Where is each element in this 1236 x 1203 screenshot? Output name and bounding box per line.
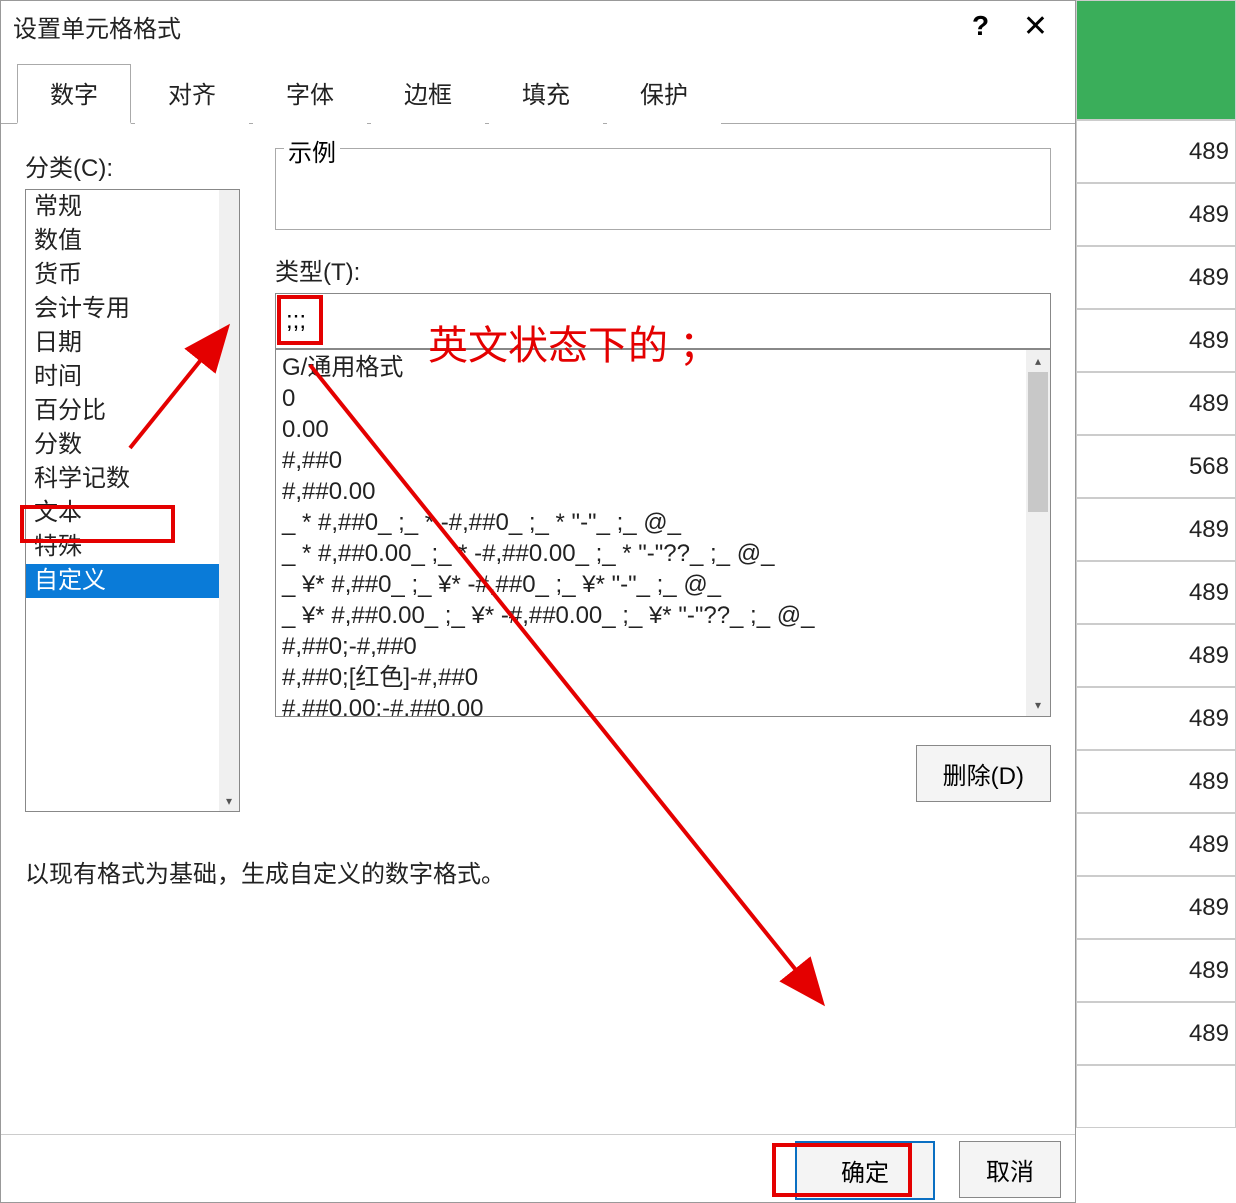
category-item-time[interactable]: 时间 (26, 360, 221, 394)
bg-cell: 568 (1076, 435, 1236, 498)
format-item[interactable]: #,##0.00;-#,##0.00 (282, 693, 1044, 717)
format-item[interactable]: #,##0;-#,##0 (282, 631, 1044, 662)
scroll-down-icon[interactable]: ▾ (219, 791, 239, 811)
format-item[interactable]: _ * #,##0_ ;_ * -#,##0_ ;_ * "-"_ ;_ @_ (282, 507, 1044, 538)
bg-cell: 489 (1076, 246, 1236, 309)
format-item[interactable]: _ * #,##0.00_ ;_ * -#,##0.00_ ;_ * "-"??… (282, 538, 1044, 569)
format-item[interactable]: _ ¥* #,##0.00_ ;_ ¥* -#,##0.00_ ;_ ¥* "-… (282, 600, 1044, 631)
tab-strip: 数字 对齐 字体 边框 填充 保护 (1, 63, 1075, 124)
bg-cell: 489 (1076, 120, 1236, 183)
category-item-date[interactable]: 日期 (26, 326, 221, 360)
tab-protection[interactable]: 保护 (607, 64, 721, 124)
bg-cell: 489 (1076, 561, 1236, 624)
bg-cell: 489 (1076, 687, 1236, 750)
dialog-title: 设置单元格格式 (13, 9, 953, 44)
category-item-currency[interactable]: 货币 (26, 258, 221, 292)
help-button[interactable]: ? (953, 10, 1008, 42)
bg-cell: 489 (1076, 498, 1236, 561)
dialog-footer: 确定 取消 (1, 1134, 1075, 1202)
type-label: 类型(T): (275, 252, 1051, 287)
right-column: 类型(T): G/通用格式 0 0.00 #,##0 #,##0.00 _ * … (275, 148, 1051, 812)
format-item[interactable]: #,##0 (282, 445, 1044, 476)
format-item[interactable]: 0 (282, 383, 1044, 414)
category-item-scientific[interactable]: 科学记数 (26, 462, 221, 496)
category-item-general[interactable]: 常规 (26, 190, 221, 224)
format-item[interactable]: 0.00 (282, 414, 1044, 445)
tab-number[interactable]: 数字 (17, 64, 131, 124)
scroll-down-icon[interactable]: ▾ (1026, 694, 1050, 716)
bg-cell: 489 (1076, 813, 1236, 876)
tab-alignment[interactable]: 对齐 (135, 64, 249, 124)
bg-cell: 489 (1076, 939, 1236, 1002)
format-scrollbar[interactable]: ▴ ▾ (1026, 350, 1050, 716)
format-item[interactable]: #,##0;[红色]-#,##0 (282, 662, 1044, 693)
scroll-thumb[interactable] (1028, 372, 1048, 512)
format-listbox[interactable]: G/通用格式 0 0.00 #,##0 #,##0.00 _ * #,##0_ … (275, 349, 1051, 717)
bg-cell: 489 (1076, 624, 1236, 687)
type-input[interactable] (275, 293, 1051, 349)
bg-cell: 489 (1076, 183, 1236, 246)
titlebar: 设置单元格格式 ? ✕ (1, 1, 1075, 51)
content-area: 分类(C): 常规 数值 货币 会计专用 日期 时间 百分比 分数 科学记数 文… (1, 124, 1075, 889)
format-cells-dialog: 设置单元格格式 ? ✕ 数字 对齐 字体 边框 填充 保护 分类(C): 常规 … (0, 0, 1076, 1203)
ok-button[interactable]: 确定 (795, 1141, 935, 1200)
format-item[interactable]: #,##0.00 (282, 476, 1044, 507)
bg-cell: 489 (1076, 750, 1236, 813)
bg-cell: 489 (1076, 1002, 1236, 1065)
category-item-percentage[interactable]: 百分比 (26, 394, 221, 428)
category-item-special[interactable]: 特殊 (26, 530, 221, 564)
tab-font[interactable]: 字体 (253, 64, 367, 124)
hint-text: 以现有格式为基础，生成自定义的数字格式。 (25, 854, 1051, 889)
category-scrollbar[interactable]: ▾ (219, 190, 239, 811)
category-item-fraction[interactable]: 分数 (26, 428, 221, 462)
category-item-custom[interactable]: 自定义 (26, 564, 221, 598)
category-label: 分类(C): (25, 148, 247, 183)
left-column: 分类(C): 常规 数值 货币 会计专用 日期 时间 百分比 分数 科学记数 文… (25, 148, 247, 812)
format-item[interactable]: G/通用格式 (282, 352, 1044, 383)
category-item-number[interactable]: 数值 (26, 224, 221, 258)
category-item-text[interactable]: 文本 (26, 496, 221, 530)
bg-cell: 489 (1076, 309, 1236, 372)
category-item-accounting[interactable]: 会计专用 (26, 292, 221, 326)
category-listbox[interactable]: 常规 数值 货币 会计专用 日期 时间 百分比 分数 科学记数 文本 特殊 自定… (25, 189, 240, 812)
bg-cell (1076, 1065, 1236, 1128)
format-item[interactable]: _ ¥* #,##0_ ;_ ¥* -#,##0_ ;_ ¥* "-"_ ;_ … (282, 569, 1044, 600)
scroll-up-icon[interactable]: ▴ (1026, 350, 1050, 372)
tab-fill[interactable]: 填充 (489, 64, 603, 124)
tab-border[interactable]: 边框 (371, 64, 485, 124)
sample-box (275, 148, 1051, 230)
bg-cell-header (1076, 0, 1236, 120)
bg-cell: 489 (1076, 876, 1236, 939)
bg-cell: 489 (1076, 372, 1236, 435)
delete-button[interactable]: 删除(D) (916, 745, 1051, 802)
cancel-button[interactable]: 取消 (959, 1141, 1061, 1198)
background-column: 489 489 489 489 489 568 489 489 489 489 … (1076, 0, 1236, 1203)
close-button[interactable]: ✕ (1008, 9, 1063, 44)
